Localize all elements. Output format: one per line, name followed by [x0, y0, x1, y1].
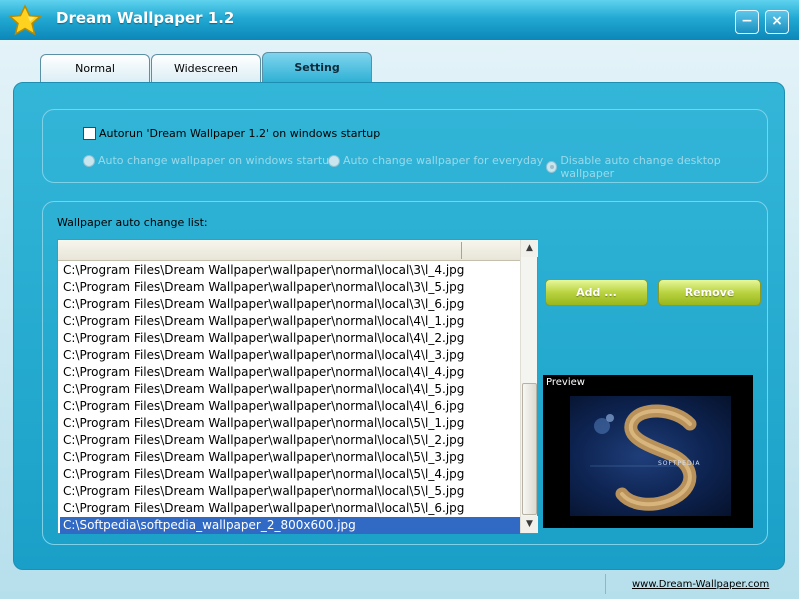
- list-item[interactable]: C:\Program Files\Dream Wallpaper\wallpap…: [60, 483, 520, 500]
- list-item[interactable]: C:\Program Files\Dream Wallpaper\wallpap…: [60, 432, 520, 449]
- preview-image: SOFTPEDIA: [570, 396, 731, 516]
- list-item[interactable]: C:\Program Files\Dream Wallpaper\wallpap…: [60, 313, 520, 330]
- status-divider: [605, 574, 606, 594]
- list-item[interactable]: C:\Program Files\Dream Wallpaper\wallpap…: [60, 398, 520, 415]
- status-bar: www.Dream-Wallpaper.com: [0, 571, 799, 599]
- minimize-button[interactable]: −: [735, 10, 759, 34]
- radio-dot[interactable]: [328, 154, 340, 167]
- radio-dot[interactable]: [83, 154, 95, 167]
- radio-label: Disable auto change desktop wallpaper: [560, 154, 721, 180]
- window-body: Normal Widescreen Setting Autorun 'Dream…: [0, 40, 799, 599]
- startup-options-group: Autorun 'Dream Wallpaper 1.2' on windows…: [42, 109, 768, 183]
- list-label: Wallpaper auto change list:: [57, 216, 208, 229]
- star-icon: [8, 4, 42, 36]
- column-divider[interactable]: [461, 242, 462, 259]
- preview-box: Preview SOFTPEDIA: [543, 375, 753, 528]
- list-item[interactable]: C:\Program Files\Dream Wallpaper\wallpap…: [60, 415, 520, 432]
- autorun-checkbox[interactable]: Autorun 'Dream Wallpaper 1.2' on windows…: [83, 127, 380, 140]
- arrow-down-icon[interactable]: ▼: [521, 516, 538, 533]
- list-scrollbar[interactable]: ▲ ▼: [520, 240, 538, 533]
- list-item[interactable]: C:\Softpedia\softpedia_wallpaper_2_800x6…: [60, 517, 520, 534]
- change-list-group: Wallpaper auto change list: C:\Program F…: [42, 201, 768, 545]
- list-column-header[interactable]: [58, 240, 520, 261]
- scroll-thumb[interactable]: [522, 383, 537, 515]
- radio-disable[interactable]: Disable auto change desktop wallpaper: [546, 154, 763, 180]
- add-button[interactable]: Add ...: [545, 279, 648, 306]
- change-mode-radios: Auto change wallpaper on windows startup…: [83, 154, 763, 180]
- website-link[interactable]: www.Dream-Wallpaper.com: [632, 579, 769, 590]
- list-item[interactable]: C:\Program Files\Dream Wallpaper\wallpap…: [60, 364, 520, 381]
- list-item[interactable]: C:\Program Files\Dream Wallpaper\wallpap…: [60, 262, 520, 279]
- checkbox-box[interactable]: [83, 127, 96, 140]
- radio-dot[interactable]: [546, 161, 558, 173]
- tab-widescreen[interactable]: Widescreen: [151, 54, 261, 82]
- radio-label: Auto change wallpaper on windows startup: [98, 154, 337, 167]
- list-rows: C:\Program Files\Dream Wallpaper\wallpap…: [60, 262, 520, 534]
- title-bar: Dream Wallpaper 1.2 − ×: [0, 0, 799, 40]
- wallpaper-list[interactable]: C:\Program Files\Dream Wallpaper\wallpap…: [57, 239, 538, 534]
- autorun-label: Autorun 'Dream Wallpaper 1.2' on windows…: [99, 127, 381, 140]
- list-item[interactable]: C:\Program Files\Dream Wallpaper\wallpap…: [60, 466, 520, 483]
- settings-panel: Autorun 'Dream Wallpaper 1.2' on windows…: [13, 82, 785, 570]
- preview-image-text: SOFTPEDIA: [658, 460, 701, 467]
- radio-everyday[interactable]: Auto change wallpaper for everyday: [328, 154, 543, 167]
- tab-bar: Normal Widescreen Setting: [0, 52, 799, 82]
- list-item[interactable]: C:\Program Files\Dream Wallpaper\wallpap…: [60, 296, 520, 313]
- list-item[interactable]: C:\Program Files\Dream Wallpaper\wallpap…: [60, 330, 520, 347]
- radio-label: Auto change wallpaper for everyday: [343, 154, 544, 167]
- preview-label: Preview: [546, 377, 585, 388]
- list-item[interactable]: C:\Program Files\Dream Wallpaper\wallpap…: [60, 381, 520, 398]
- list-item[interactable]: C:\Program Files\Dream Wallpaper\wallpap…: [60, 500, 520, 517]
- remove-button[interactable]: Remove: [658, 279, 761, 306]
- list-item[interactable]: C:\Program Files\Dream Wallpaper\wallpap…: [60, 279, 520, 296]
- window-title: Dream Wallpaper 1.2: [56, 9, 235, 27]
- tab-normal[interactable]: Normal: [40, 54, 150, 82]
- tab-setting[interactable]: Setting: [262, 52, 372, 82]
- close-button[interactable]: ×: [765, 10, 789, 34]
- arrow-up-icon[interactable]: ▲: [521, 240, 538, 257]
- radio-startup[interactable]: Auto change wallpaper on windows startup: [83, 154, 336, 167]
- list-item[interactable]: C:\Program Files\Dream Wallpaper\wallpap…: [60, 347, 520, 364]
- list-item[interactable]: C:\Program Files\Dream Wallpaper\wallpap…: [60, 449, 520, 466]
- wallpaper-thumbnail: [590, 404, 697, 511]
